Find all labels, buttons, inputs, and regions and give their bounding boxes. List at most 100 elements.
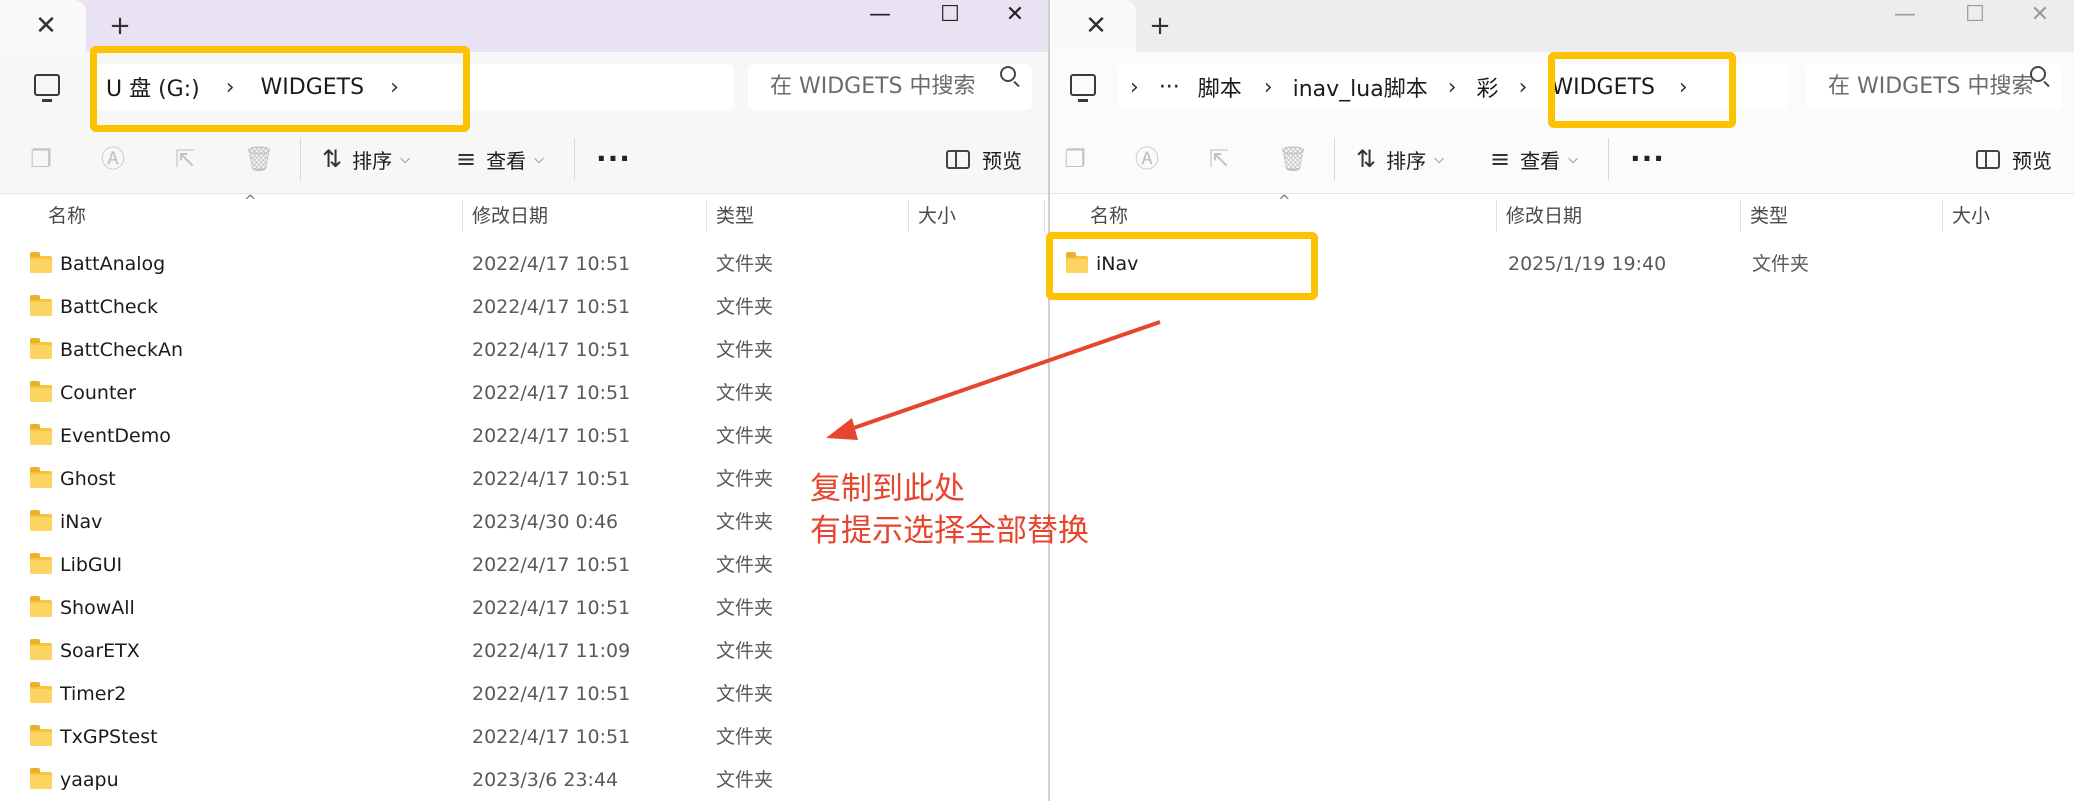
file-row[interactable]: BattCheckAn 2022/4/17 10:51 文件夹 (0, 330, 1048, 373)
sort-button[interactable]: ⇅ 排序 ⌵ (322, 144, 410, 174)
file-row[interactable]: yaapu 2023/3/6 23:44 文件夹 (0, 760, 1048, 801)
address-row: › ··· 脚本 › inav_lua脚本 › 彩 › WIDGETS › 在 … (1050, 52, 2074, 124)
column-size[interactable]: 大小 (910, 196, 956, 236)
sort-label: 排序 (352, 148, 393, 173)
column-type[interactable]: 类型 (1742, 196, 1788, 236)
search-icon[interactable] (2030, 66, 2046, 82)
chevron-right-icon[interactable]: › (378, 75, 411, 100)
column-type[interactable]: 类型 (708, 196, 754, 236)
address-bar[interactable]: U 盘 (G:) › WIDGETS › (92, 64, 734, 110)
breadcrumb-drive[interactable]: U 盘 (G:) (92, 71, 214, 103)
column-name[interactable]: 名称 (1082, 196, 1128, 236)
chevron-right-icon[interactable]: › (1507, 75, 1540, 100)
share-icon[interactable]: ⇱ (1206, 146, 1232, 172)
new-tab-button[interactable]: + (1146, 10, 1174, 42)
file-name-cell: TxGPStest (30, 717, 158, 757)
file-name-cell: EventDemo (30, 416, 171, 456)
file-row[interactable]: EventDemo 2022/4/17 10:51 文件夹 (0, 416, 1048, 459)
view-button[interactable]: ≡ 查看 ⌵ (1490, 144, 1578, 174)
minimize-button[interactable]: — (845, 0, 915, 40)
preview-button[interactable]: 预览 (946, 144, 1022, 174)
file-type: 文件夹 (716, 468, 774, 490)
file-row[interactable]: BattAnalog 2022/4/17 10:51 文件夹 (0, 244, 1048, 287)
breadcrumb-color[interactable]: 彩 (1469, 71, 1507, 103)
sort-button[interactable]: ⇅ 排序 ⌵ (1356, 144, 1444, 174)
file-name-cell: Counter (30, 373, 136, 413)
breadcrumb-widgets[interactable]: WIDGETS (247, 75, 379, 100)
command-bar: ❐ Ⓐ ⇱ 🗑 ⇅ 排序 ⌵ ≡ 查看 ⌵ ··· 预览 (0, 124, 1048, 194)
preview-button[interactable]: 预览 (1976, 144, 2052, 174)
folder-icon (30, 767, 52, 789)
share-icon[interactable]: ⇱ (172, 146, 198, 172)
file-type: 文件夹 (716, 726, 774, 748)
chevron-right-icon[interactable]: › (1118, 75, 1151, 100)
file-row[interactable]: Timer2 2022/4/17 10:51 文件夹 (0, 674, 1048, 717)
delete-icon[interactable]: 🗑 (1278, 146, 1308, 172)
file-type: 文件夹 (716, 425, 774, 447)
file-name: Ghost (60, 468, 116, 490)
file-name: BattAnalog (60, 253, 166, 275)
column-size[interactable]: 大小 (1944, 196, 1990, 236)
rename-icon[interactable]: Ⓐ (1134, 146, 1160, 172)
breadcrumb-widgets[interactable]: WIDGETS (1539, 75, 1667, 100)
delete-icon[interactable]: 🗑 (244, 146, 274, 172)
close-window-button[interactable]: ✕ (2005, 0, 2074, 40)
more-options-button[interactable]: ··· (1630, 142, 1665, 175)
file-name: LibGUI (60, 554, 123, 576)
file-row[interactable]: BattCheck 2022/4/17 10:51 文件夹 (0, 287, 1048, 330)
close-window-button[interactable]: ✕ (980, 0, 1048, 40)
chevron-down-icon: ⌵ (400, 151, 410, 167)
rename-icon[interactable]: Ⓐ (100, 146, 126, 172)
file-row[interactable]: ShowAll 2022/4/17 10:51 文件夹 (0, 588, 1048, 631)
search-input[interactable]: 在 WIDGETS 中搜索 (748, 64, 1032, 110)
breadcrumb-overflow[interactable]: ··· (1151, 75, 1188, 100)
file-list: iNav 2025/1/19 19:40 文件夹 (1050, 244, 2074, 287)
maximize-button[interactable]: ☐ (1940, 0, 2010, 40)
search-input[interactable]: 在 WIDGETS 中搜索 (1806, 64, 2062, 110)
column-date[interactable]: 修改日期 (1498, 196, 1582, 236)
annotation-line-1: 复制到此处 (810, 471, 965, 507)
tab[interactable]: ✕ (0, 0, 86, 52)
file-row[interactable]: iNav 2025/1/19 19:40 文件夹 (1050, 244, 2074, 287)
maximize-button[interactable]: ☐ (915, 0, 985, 40)
sort-label: 排序 (1386, 148, 1427, 173)
column-date[interactable]: 修改日期 (464, 196, 548, 236)
file-name: EventDemo (60, 425, 171, 447)
breadcrumb-inav-lua[interactable]: inav_lua脚本 (1285, 71, 1436, 103)
tab-close-icon[interactable]: ✕ (32, 10, 60, 42)
search-icon[interactable] (1000, 66, 1016, 82)
minimize-button[interactable]: — (1870, 0, 1940, 40)
column-name[interactable]: 名称 (40, 196, 86, 236)
file-date: 2022/4/17 10:51 (472, 382, 631, 404)
address-bar[interactable]: › ··· 脚本 › inav_lua脚本 › 彩 › WIDGETS › (1118, 64, 1788, 110)
new-tab-button[interactable]: + (106, 10, 134, 42)
file-type: 文件夹 (716, 296, 774, 318)
explorer-window-right: ✕ + — ☐ ✕ › ··· 脚本 › inav_lua脚本 › 彩 › WI… (1050, 0, 2074, 801)
chevron-right-icon[interactable]: › (1667, 75, 1700, 100)
file-row[interactable]: Counter 2022/4/17 10:51 文件夹 (0, 373, 1048, 416)
tab-close-icon[interactable]: ✕ (1082, 10, 1110, 42)
title-bar: ✕ + — ☐ ✕ (1050, 0, 2074, 52)
breadcrumb-scripts[interactable]: 脚本 (1188, 71, 1252, 103)
tab[interactable]: ✕ (1050, 0, 1136, 52)
file-date: 2022/4/17 10:51 (472, 683, 631, 705)
view-button[interactable]: ≡ 查看 ⌵ (456, 144, 544, 174)
file-name: SoarETX (60, 640, 140, 662)
view-label: 查看 (486, 148, 527, 173)
explorer-window-left: ✕ + — ☐ ✕ U 盘 (G:) › WIDGETS › 在 WIDGETS… (0, 0, 1050, 801)
file-date: 2022/4/17 10:51 (472, 425, 631, 447)
this-pc-icon[interactable] (34, 74, 60, 102)
file-row[interactable]: TxGPStest 2022/4/17 10:51 文件夹 (0, 717, 1048, 760)
more-options-button[interactable]: ··· (596, 142, 631, 175)
title-bar: ✕ + — ☐ ✕ (0, 0, 1048, 52)
file-type: 文件夹 (716, 554, 774, 576)
copy-icon[interactable]: ❐ (1062, 146, 1088, 172)
chevron-right-icon[interactable]: › (214, 75, 247, 100)
copy-icon[interactable]: ❐ (28, 146, 54, 172)
this-pc-icon[interactable] (1070, 74, 1096, 102)
chevron-right-icon[interactable]: › (1436, 75, 1469, 100)
sort-up-icon: ^ (1278, 192, 1291, 210)
file-name-cell: BattAnalog (30, 244, 165, 284)
file-row[interactable]: SoarETX 2022/4/17 11:09 文件夹 (0, 631, 1048, 674)
chevron-right-icon[interactable]: › (1252, 75, 1285, 100)
